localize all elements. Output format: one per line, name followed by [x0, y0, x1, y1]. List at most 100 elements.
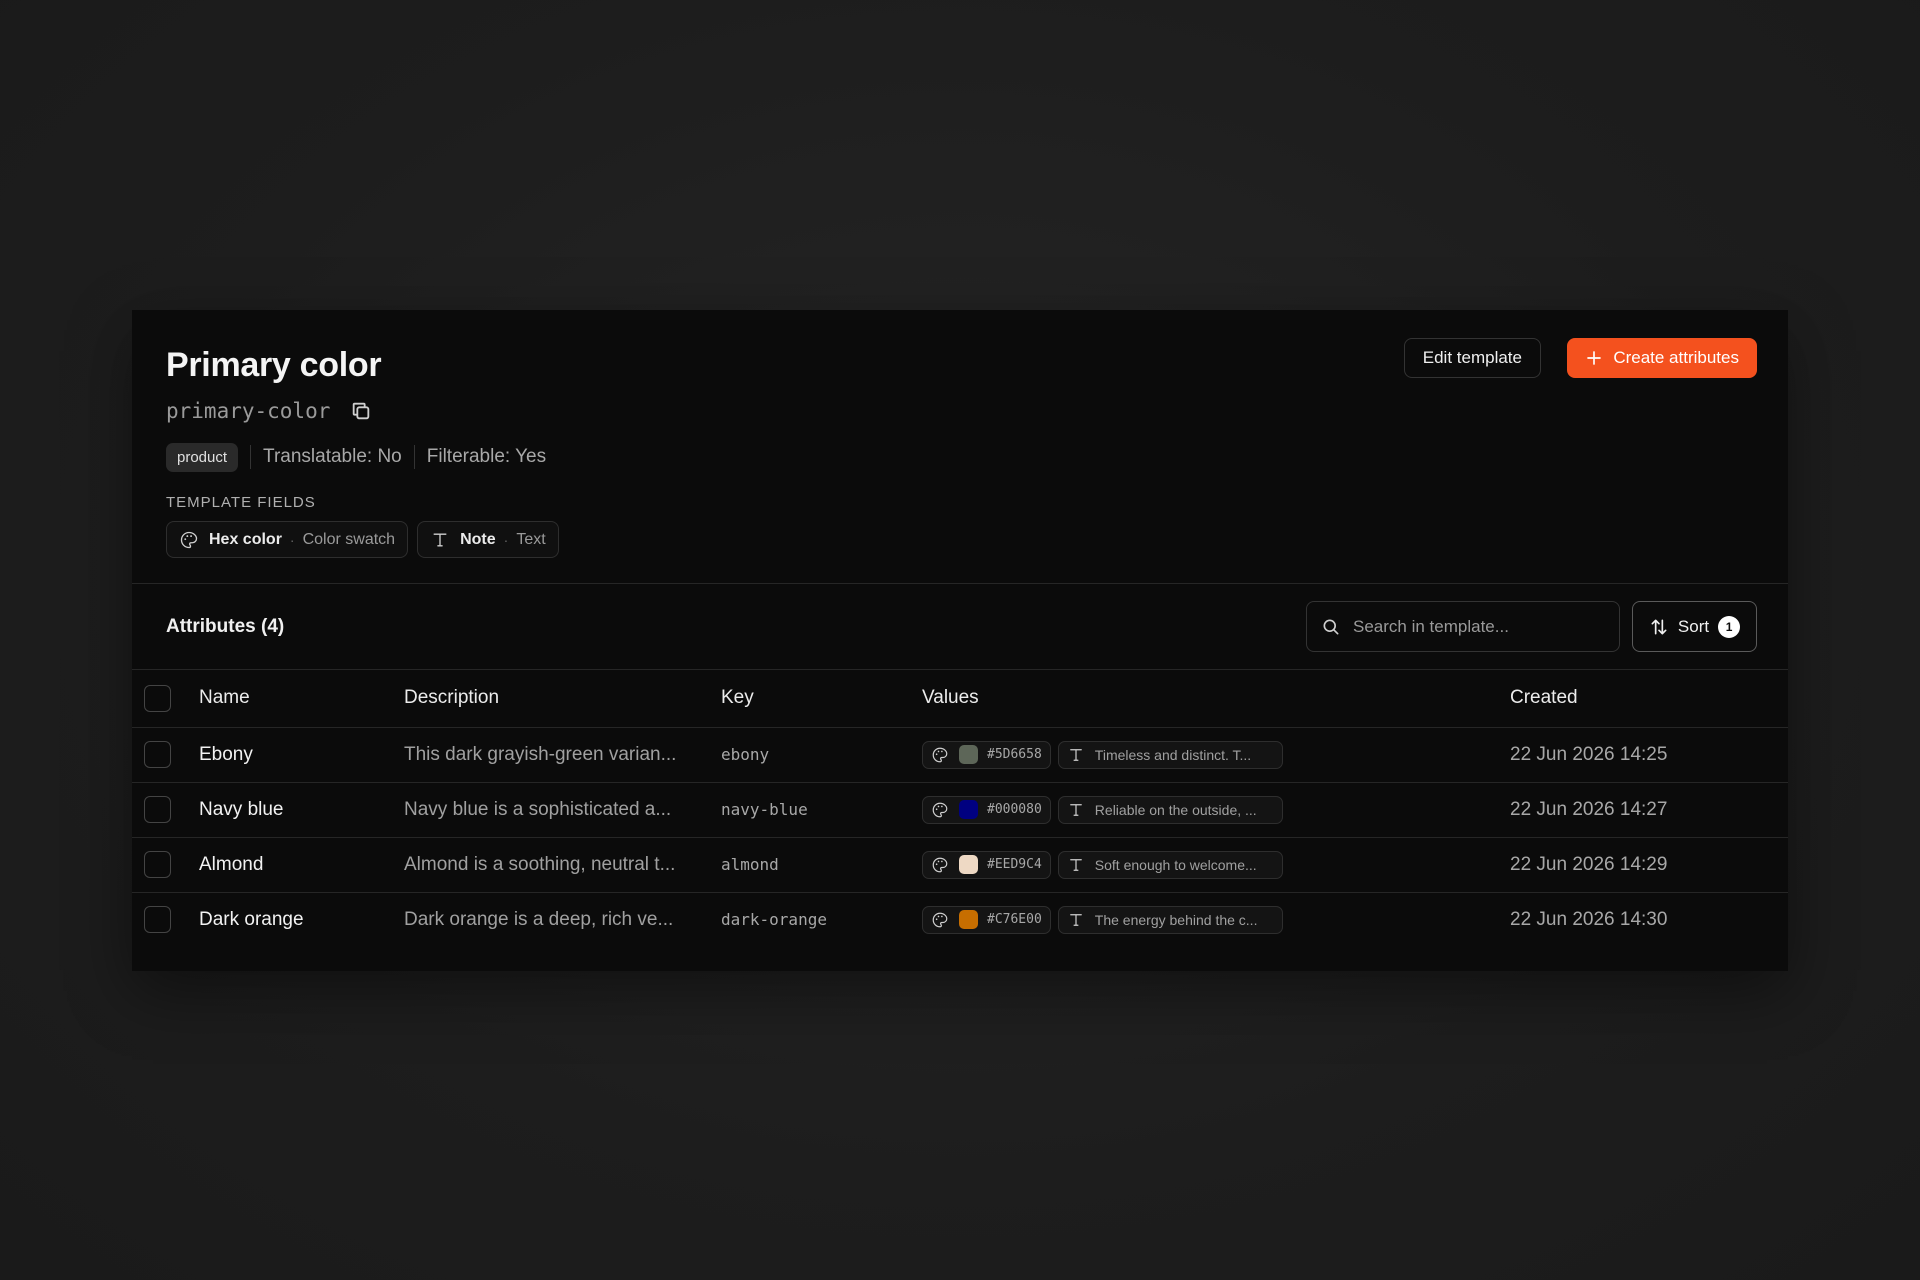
- hex-value-chip: #000080: [922, 795, 1051, 824]
- palette-icon: [931, 801, 949, 819]
- search-icon: [1321, 617, 1341, 637]
- row-select-cell: [132, 782, 199, 837]
- create-attributes-button[interactable]: Create attributes: [1567, 338, 1757, 378]
- field-type: Text: [516, 530, 546, 548]
- palette-icon: [931, 911, 949, 929]
- sort-label: Sort: [1677, 616, 1710, 636]
- sort-count-badge: 1: [1718, 615, 1741, 638]
- table-row[interactable]: Almond Almond is a soothing, neutral t..…: [132, 837, 1788, 892]
- sort-icon: [1649, 617, 1669, 637]
- attribute-name[interactable]: Navy blue: [199, 782, 404, 837]
- note-value: Reliable on the outside, ...: [1094, 801, 1257, 818]
- attribute-values: #C76E00 The energy behind the c...: [922, 892, 1510, 947]
- field-type: Color swatch: [302, 530, 396, 548]
- separator-dot: ·: [289, 531, 295, 548]
- table-header-row: Name Description Key Values Created: [132, 670, 1788, 727]
- note-value: The energy behind the c...: [1094, 911, 1258, 928]
- template-meta: product Translatable: No Filterable: Yes: [166, 442, 1754, 472]
- attribute-description: Almond is a soothing, neutral t...: [404, 853, 676, 875]
- attribute-key: ebony: [721, 745, 770, 764]
- text-icon: [1067, 856, 1085, 874]
- template-header: Primary color primary-color product Tran…: [132, 310, 1788, 584]
- entity-badge: product: [166, 442, 239, 472]
- template-panel: Primary color primary-color product Tran…: [132, 310, 1788, 971]
- hex-value: #EED9C4: [987, 857, 1042, 872]
- row-select-cell: [132, 727, 199, 782]
- edit-template-button[interactable]: Edit template: [1403, 338, 1541, 378]
- column-header-name[interactable]: Name: [199, 670, 404, 727]
- text-icon: [1067, 746, 1085, 764]
- field-chip-hex-color: Hex color · Color swatch: [166, 521, 409, 558]
- hex-value: #C76E00: [987, 912, 1042, 928]
- palette-icon: [179, 530, 199, 550]
- field-chip-note: Note · Text: [417, 521, 559, 558]
- attribute-key: almond: [721, 855, 779, 874]
- note-value: Timeless and distinct. T...: [1094, 746, 1252, 763]
- attribute-description: This dark grayish-green varian...: [404, 743, 677, 765]
- template-key: primary-color: [166, 399, 331, 423]
- template-key-row: primary-color: [166, 396, 1754, 426]
- note-value-chip: Reliable on the outside, ...: [1057, 795, 1283, 824]
- hex-value-chip: #5D6658: [922, 740, 1051, 769]
- attribute-name[interactable]: Almond: [199, 837, 404, 892]
- row-select-cell: [132, 837, 199, 892]
- note-value-chip: The energy behind the c...: [1057, 905, 1283, 934]
- attribute-values: #EED9C4 Soft enough to welcome...: [922, 837, 1510, 892]
- column-header-values[interactable]: Values: [922, 670, 1510, 727]
- sort-button[interactable]: Sort 1: [1632, 601, 1757, 652]
- attribute-key: dark-orange: [721, 910, 827, 930]
- attribute-name[interactable]: Dark orange: [199, 892, 404, 947]
- select-all-cell: [132, 670, 199, 727]
- attribute-created: 22 Jun 2026 14:25: [1510, 743, 1668, 765]
- note-value: Soft enough to welcome...: [1094, 856, 1257, 873]
- attributes-toolbar: Attributes (4) Sort 1: [132, 584, 1788, 670]
- color-swatch: [959, 910, 978, 930]
- text-icon: [430, 530, 450, 550]
- attribute-values: #5D6658 Timeless and distinct. T...: [922, 727, 1510, 782]
- attribute-key: navy-blue: [721, 800, 808, 819]
- row-checkbox[interactable]: [144, 796, 171, 823]
- column-header-key[interactable]: Key: [721, 670, 922, 727]
- attribute-name[interactable]: Ebony: [199, 727, 404, 782]
- row-select-cell: [132, 892, 199, 947]
- color-swatch: [959, 855, 978, 874]
- text-icon: [1067, 911, 1085, 929]
- palette-icon: [931, 856, 949, 874]
- hex-value-chip: #EED9C4: [922, 850, 1051, 879]
- attribute-values: #000080 Reliable on the outside, ...: [922, 782, 1510, 837]
- separator-dot: ·: [503, 531, 509, 548]
- row-checkbox[interactable]: [144, 851, 171, 878]
- row-checkbox[interactable]: [144, 741, 171, 768]
- row-checkbox[interactable]: [144, 906, 171, 934]
- attribute-created: 22 Jun 2026 14:27: [1510, 798, 1668, 820]
- hex-value: #5D6658: [987, 747, 1042, 762]
- note-value-chip: Timeless and distinct. T...: [1057, 740, 1283, 769]
- plus-icon: [1585, 349, 1603, 367]
- column-header-created[interactable]: Created: [1510, 670, 1788, 727]
- color-swatch: [959, 800, 978, 819]
- text-icon: [1067, 801, 1085, 819]
- divider: [250, 445, 252, 469]
- create-attributes-label: Create attributes: [1613, 348, 1739, 367]
- hex-value-chip: #C76E00: [922, 905, 1051, 934]
- field-name: Hex color: [209, 530, 282, 548]
- table-row[interactable]: Navy blue Navy blue is a sophisticated a…: [132, 782, 1788, 837]
- template-fields-label: TEMPLATE FIELDS: [166, 494, 316, 511]
- column-header-description[interactable]: Description: [404, 670, 721, 727]
- attribute-created: 22 Jun 2026 14:29: [1510, 853, 1668, 875]
- search-input[interactable]: [1353, 616, 1605, 637]
- table-row[interactable]: Ebony This dark grayish-green varian... …: [132, 727, 1788, 782]
- filterable-status: Filterable: Yes: [426, 446, 547, 467]
- palette-icon: [931, 746, 949, 764]
- table-row[interactable]: Dark orange Dark orange is a deep, rich …: [132, 892, 1788, 947]
- translatable-status: Translatable: No: [263, 446, 402, 467]
- attributes-title: Attributes (4): [166, 615, 285, 637]
- attribute-description: Navy blue is a sophisticated a...: [404, 798, 672, 820]
- search-box[interactable]: [1306, 601, 1620, 652]
- select-all-checkbox[interactable]: [144, 684, 171, 712]
- note-value-chip: Soft enough to welcome...: [1057, 850, 1283, 879]
- copy-icon[interactable]: [350, 400, 372, 422]
- field-name: Note: [460, 530, 496, 548]
- divider: [413, 445, 415, 469]
- attributes-table: Name Description Key Values Created Ebon…: [132, 670, 1788, 947]
